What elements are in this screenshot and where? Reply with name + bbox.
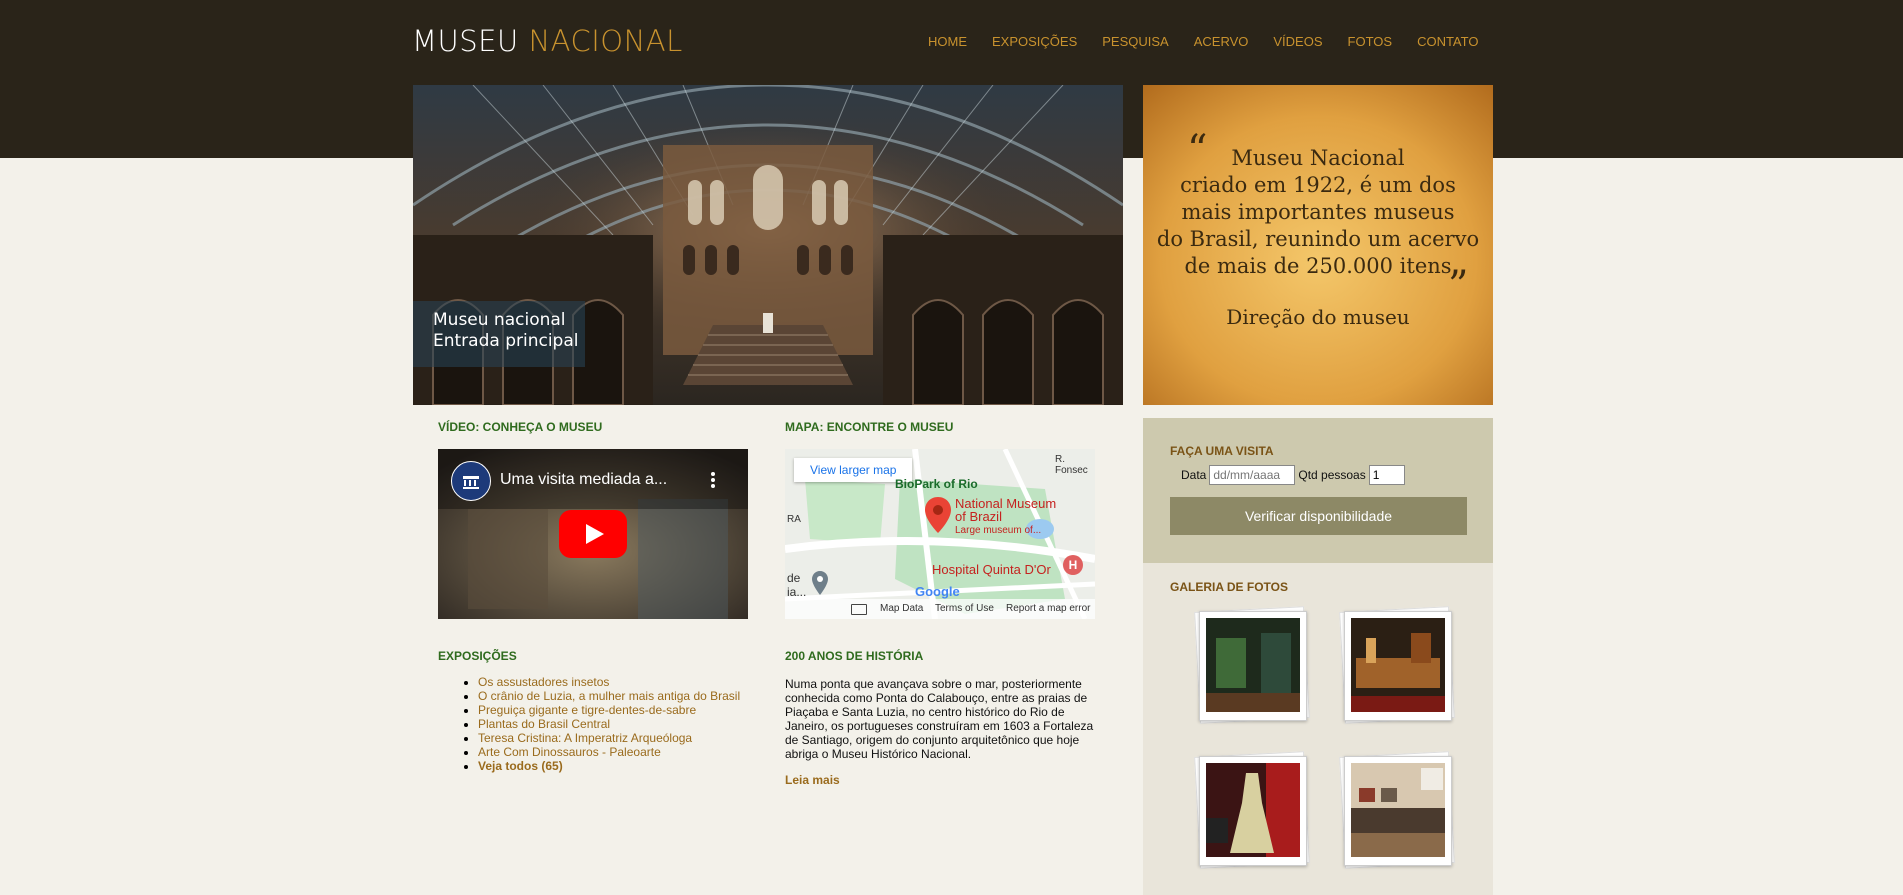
- map-edge-label-3: ia...: [787, 585, 807, 599]
- quote-close-mark: ”: [1448, 263, 1469, 309]
- nav-home[interactable]: HOME: [928, 34, 967, 49]
- exhibition-link[interactable]: Os assustadores insetos: [478, 675, 609, 689]
- map-place-label: National Museum of Brazil: [955, 497, 1056, 523]
- main-nav: HOME EXPOSIÇÕES PESQUISA ACERVO VÍDEOS F…: [928, 34, 1503, 49]
- map-edge-label-1: RA: [787, 514, 801, 525]
- exhibition-link[interactable]: Preguiça gigante e tigre-dentes-de-sabre: [478, 703, 696, 717]
- google-logo: Google: [915, 584, 960, 599]
- map-report-link[interactable]: Report a map error: [1006, 603, 1090, 614]
- see-all-exhibitions-link[interactable]: Veja todos (65): [478, 759, 563, 773]
- photo-exhibit-hall: [1206, 618, 1300, 712]
- gallery-photo-2[interactable]: [1339, 606, 1455, 724]
- map-place-name-2: of Brazil: [955, 509, 1002, 524]
- logo-part2: NACIONAL: [528, 24, 683, 58]
- map-section-title: MAPA: ENCONTRE O MUSEU: [785, 420, 954, 434]
- video-player[interactable]: Uma visita mediada a...: [438, 449, 748, 619]
- quote-text: Museu Nacional criado em 1922, é um dos …: [1143, 145, 1493, 280]
- list-item: Veja todos (65): [478, 759, 740, 773]
- map-poi-biopark: BioPark of Rio: [895, 477, 978, 491]
- nav-contato[interactable]: CONTATO: [1417, 34, 1478, 49]
- quote-line: de mais de 250.000 itens: [1184, 254, 1452, 278]
- gallery-photo-1[interactable]: [1194, 606, 1310, 724]
- map-footer: Map Data Terms of Use Report a map error: [785, 599, 1095, 619]
- map-terms-link[interactable]: Terms of Use: [935, 603, 994, 614]
- quote-line: do Brasil, reunindo um acervo: [1156, 227, 1480, 251]
- more-options-icon[interactable]: [710, 471, 716, 489]
- video-section-title: VÍDEO: CONHEÇA O MUSEU: [438, 420, 603, 434]
- quote-line: Museu Nacional: [1231, 146, 1405, 170]
- keyboard-shortcuts-icon[interactable]: [851, 604, 867, 615]
- play-button[interactable]: [559, 510, 627, 558]
- history-section-title: 200 ANOS DE HISTÓRIA: [785, 649, 924, 663]
- nav-fotos[interactable]: FOTOS: [1348, 34, 1393, 49]
- date-label: Data: [1181, 468, 1207, 482]
- history-text: Numa ponta que avançava sobre o mar, pos…: [785, 677, 1094, 761]
- play-icon: [559, 510, 627, 558]
- photo-gallery-wall: [1351, 763, 1445, 857]
- people-input[interactable]: [1368, 465, 1405, 485]
- quote-line: criado em 1922, é um dos: [1180, 173, 1456, 197]
- check-availability-button[interactable]: Verificar disponibilidade: [1170, 497, 1467, 535]
- hero-image: Museu nacional Entrada principal: [413, 85, 1123, 405]
- visit-form-row: Data Qtd pessoas: [1181, 465, 1405, 485]
- embedded-map[interactable]: View larger map R. Fonsec BioPark of Rio…: [785, 449, 1095, 619]
- list-item: Preguiça gigante e tigre-dentes-de-sabre: [478, 703, 740, 717]
- list-item: O crânio de Luzia, a mulher mais antiga …: [478, 689, 740, 703]
- list-item: Plantas do Brasil Central: [478, 717, 740, 731]
- date-input[interactable]: [1209, 465, 1296, 485]
- gallery-photo-3[interactable]: [1194, 751, 1310, 869]
- nav-acervo[interactable]: ACERVO: [1194, 34, 1249, 49]
- exhibition-link[interactable]: Arte Com Dinossauros - Paleoarte: [478, 745, 661, 759]
- map-data-link[interactable]: Map Data: [880, 603, 923, 614]
- hospital-icon: H: [1063, 555, 1083, 575]
- list-item: Arte Com Dinossauros - Paleoarte: [478, 745, 740, 759]
- map-place-sub: Large museum of...: [955, 525, 1042, 536]
- visit-section-title: FAÇA UMA VISITA: [1170, 444, 1274, 458]
- list-item: Os assustadores insetos: [478, 675, 740, 689]
- exhibitions-section-title: EXPOSIÇÕES: [438, 649, 517, 663]
- map-road-label: R. Fonsec: [1055, 454, 1088, 476]
- logo-part1: MUSEU: [412, 24, 519, 58]
- museum-logo-icon: [463, 476, 479, 489]
- nav-videos[interactable]: VÍDEOS: [1273, 34, 1322, 49]
- gray-pin-icon: [812, 571, 828, 595]
- list-item: Teresa Cristina: A Imperatriz Arqueóloga: [478, 731, 740, 745]
- site-logo[interactable]: MUSEU NACIONAL: [412, 24, 683, 58]
- people-label: Qtd pessoas: [1298, 468, 1366, 482]
- visit-form-panel: FAÇA UMA VISITA Data Qtd pessoas Verific…: [1143, 418, 1493, 563]
- channel-avatar[interactable]: [451, 461, 491, 501]
- hero-caption-line1: Museu nacional: [433, 310, 566, 330]
- map-poi-hospital: Hospital Quinta D'Or: [932, 562, 1051, 577]
- gallery-section-title: GALERIA DE FOTOS: [1170, 580, 1289, 594]
- exhibition-link[interactable]: O crânio de Luzia, a mulher mais antiga …: [478, 689, 740, 703]
- photo-dress-display: [1206, 763, 1300, 857]
- map-edge-label-2: de: [787, 571, 801, 585]
- hero-caption-line2: Entrada principal: [433, 331, 579, 351]
- gallery-photo-4[interactable]: [1339, 751, 1455, 869]
- location-pin-icon[interactable]: [925, 497, 951, 533]
- quote-panel: “ Museu Nacional criado em 1922, é um do…: [1143, 85, 1493, 405]
- nav-pesquisa[interactable]: PESQUISA: [1102, 34, 1168, 49]
- quote-author: Direção do museu: [1226, 305, 1410, 329]
- read-more-link[interactable]: Leia mais: [785, 773, 840, 787]
- nav-exposicoes[interactable]: EXPOSIÇÕES: [992, 34, 1077, 49]
- exhibition-link[interactable]: Teresa Cristina: A Imperatriz Arqueóloga: [478, 731, 692, 745]
- exhibition-link[interactable]: Plantas do Brasil Central: [478, 717, 610, 731]
- hero-caption: Museu nacional Entrada principal: [413, 301, 585, 367]
- video-title[interactable]: Uma visita mediada a...: [500, 471, 667, 489]
- exhibitions-list: Os assustadores insetos O crânio de Luzi…: [458, 675, 740, 773]
- photo-gallery: GALERIA DE FOTOS: [1143, 563, 1493, 895]
- quote-line: mais importantes museus: [1181, 200, 1455, 224]
- photo-exhibit-room: [1351, 618, 1445, 712]
